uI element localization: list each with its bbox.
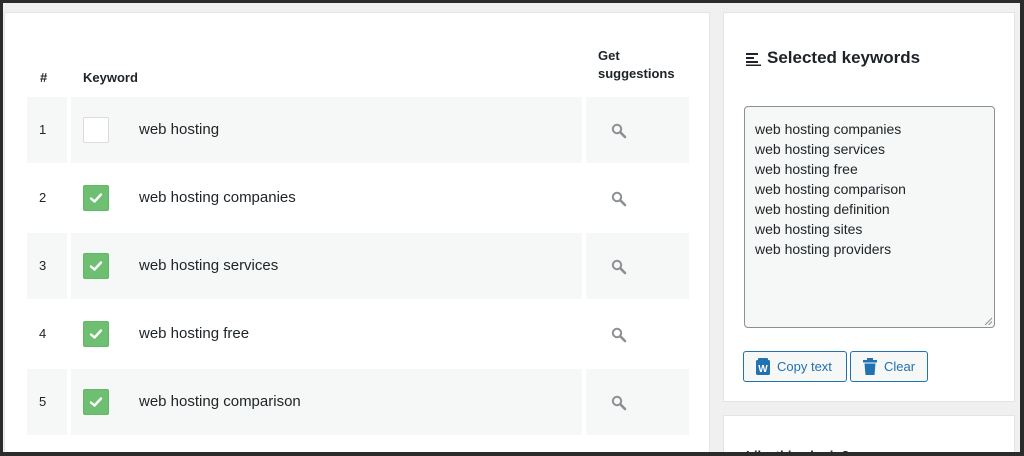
resize-handle-icon[interactable] (984, 317, 992, 325)
magnifier-icon[interactable] (611, 191, 627, 207)
magnifier-icon[interactable] (611, 327, 627, 343)
clear-button[interactable]: Clear (850, 351, 928, 382)
checkmark-icon (89, 193, 103, 203)
checkmark-icon (89, 261, 103, 271)
row-number: 5 (39, 394, 47, 409)
trash-icon (863, 358, 877, 375)
copy-text-label: Copy text (777, 359, 832, 374)
selected-keyword-line: web hosting companies (755, 121, 902, 137)
keyword-table-panel: # Keyword Get suggestions 1 web hosting … (4, 12, 710, 456)
magnifier-icon[interactable] (611, 259, 627, 275)
row-number: 4 (39, 326, 47, 341)
selected-keyword-line: web hosting sites (755, 221, 863, 237)
clear-label: Clear (884, 359, 916, 374)
svg-text:W: W (758, 364, 768, 375)
column-header-suggestions: Get suggestions (598, 48, 675, 81)
table-row: 2 web hosting companies (27, 165, 689, 231)
column-header-keyword: Keyword (83, 70, 138, 85)
selected-keywords-textarea[interactable]: web hosting companies web hosting servic… (744, 106, 995, 328)
table-row: 4 web hosting free (27, 301, 689, 367)
selected-keyword-line: web hosting providers (755, 241, 892, 257)
table-row: 1 web hosting (27, 97, 689, 163)
table-row: 3 web hosting services (27, 233, 689, 299)
keyword-checkbox[interactable] (83, 117, 109, 143)
promo-panel: Like this plugin? (723, 415, 1015, 456)
selected-keyword-line: web hosting free (755, 161, 858, 177)
keyword-text: web hosting services (139, 257, 279, 274)
text-lines-icon (746, 53, 761, 66)
table-row: 5 web hosting comparison (27, 369, 689, 435)
keyword-text: web hosting (139, 121, 220, 138)
keyword-text: web hosting companies (139, 189, 296, 206)
copy-doc-icon: W (756, 358, 770, 375)
keyword-checkbox[interactable] (83, 253, 109, 279)
promo-title: Like this plugin? (746, 448, 850, 456)
column-header-number: # (40, 70, 48, 85)
magnifier-icon[interactable] (611, 123, 627, 139)
selected-keyword-line: web hosting services (755, 141, 885, 157)
keyword-checkbox[interactable] (83, 389, 109, 415)
keyword-checkbox[interactable] (83, 321, 109, 347)
keyword-text: web hosting free (139, 325, 250, 342)
keyword-text: web hosting comparison (139, 393, 301, 410)
selected-keywords-panel: Selected keywords web hosting companies … (723, 12, 1015, 402)
keyword-checkbox[interactable] (83, 185, 109, 211)
copy-text-button[interactable]: W Copy text (743, 351, 847, 382)
checkmark-icon (89, 397, 103, 407)
row-number: 1 (39, 122, 47, 137)
magnifier-icon[interactable] (611, 395, 627, 411)
row-number: 3 (39, 258, 47, 273)
row-number: 2 (39, 190, 47, 205)
panel-title: Selected keywords (767, 48, 921, 67)
selected-keyword-line: web hosting comparison (755, 181, 906, 197)
checkmark-icon (89, 329, 103, 339)
selected-keyword-line: web hosting definition (755, 201, 890, 217)
